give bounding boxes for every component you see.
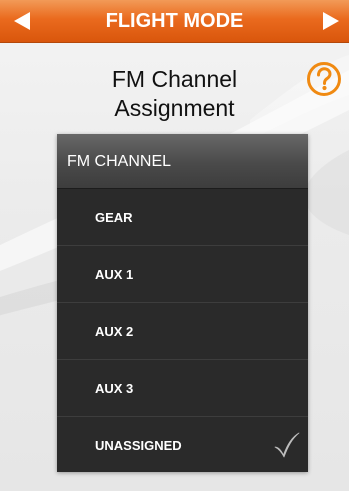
list-item-aux-3[interactable]: AUX 3: [57, 360, 308, 417]
app-screen: FLIGHT MODE FM Channel Assignment FM CHA…: [0, 0, 349, 491]
page-title: FM Channel Assignment: [60, 65, 289, 123]
list-header-label: FM CHANNEL: [67, 153, 172, 170]
list-header: FM CHANNEL: [57, 134, 308, 189]
question-mark-icon[interactable]: [306, 61, 342, 97]
fm-channel-list: FM CHANNEL GEAR AUX 1 AUX 2 AUX 3 UNASSI…: [57, 134, 308, 472]
page-title-line1: FM Channel: [111, 66, 238, 92]
list-item-label: AUX 2: [95, 324, 134, 339]
list-item-label: UNASSIGNED: [95, 438, 182, 453]
header-title: FLIGHT MODE: [105, 10, 244, 32]
list-item-label: AUX 3: [95, 381, 134, 396]
list-item-aux-1[interactable]: AUX 1: [57, 246, 308, 303]
list-item-aux-2[interactable]: AUX 2: [57, 303, 308, 360]
prev-page-button[interactable]: [0, 0, 44, 42]
header-bar: FLIGHT MODE: [0, 0, 349, 43]
list-item-unassigned[interactable]: UNASSIGNED: [57, 417, 308, 473]
next-page-button[interactable]: [305, 0, 349, 42]
right-arrow-icon: [323, 12, 339, 30]
list-item-label: AUX 1: [95, 267, 134, 282]
left-arrow-icon: [14, 12, 30, 30]
list-item-label: GEAR: [95, 210, 133, 225]
list-item-gear[interactable]: GEAR: [57, 189, 308, 246]
checkmark-icon: [274, 432, 300, 458]
page-title-line2: Assignment: [114, 95, 235, 121]
